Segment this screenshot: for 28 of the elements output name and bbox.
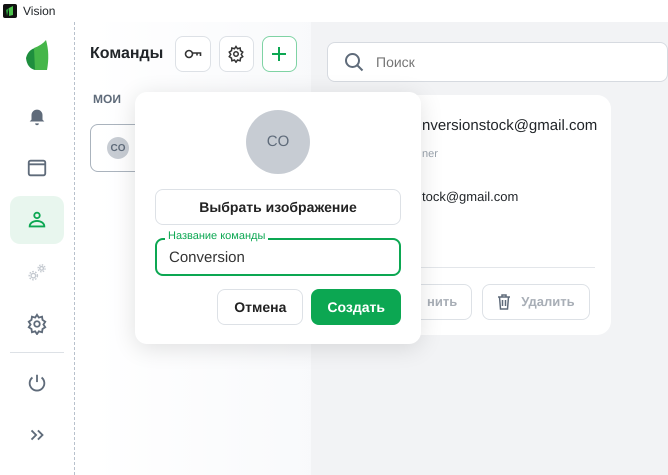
section-heading: МОИ (93, 91, 122, 108)
window-title: Vision (23, 3, 56, 20)
member-role: ner (422, 146, 439, 162)
app-logo-icon (3, 4, 17, 18)
panel-title: Команды (90, 44, 164, 64)
power-icon (26, 372, 48, 394)
key-icon (184, 49, 202, 59)
cancel-button[interactable]: Отмена (217, 289, 304, 325)
choose-image-button[interactable]: Выбрать изображение (155, 189, 401, 225)
user-nav-button[interactable] (10, 196, 64, 244)
member-email: nversionstock@gmail.com (422, 116, 598, 136)
team-avatar: CO (246, 110, 310, 174)
member-contact: tock@gmail.com (422, 188, 520, 206)
plus-icon (271, 46, 288, 62)
team-avatar: CO (107, 137, 129, 159)
window-icon (26, 157, 48, 179)
settings-icon (227, 45, 246, 63)
key-button[interactable] (175, 36, 211, 72)
app-logo (24, 40, 50, 72)
add-button[interactable] (262, 36, 297, 72)
gears-icon (26, 261, 48, 283)
settings-icon (26, 313, 48, 335)
search-field[interactable]: Поиск (327, 42, 668, 82)
settings-button[interactable] (218, 36, 254, 72)
search-input[interactable]: Поиск (374, 50, 667, 74)
search-icon (344, 52, 364, 72)
trash-icon (497, 294, 512, 310)
field-label: Название команды (165, 229, 268, 243)
